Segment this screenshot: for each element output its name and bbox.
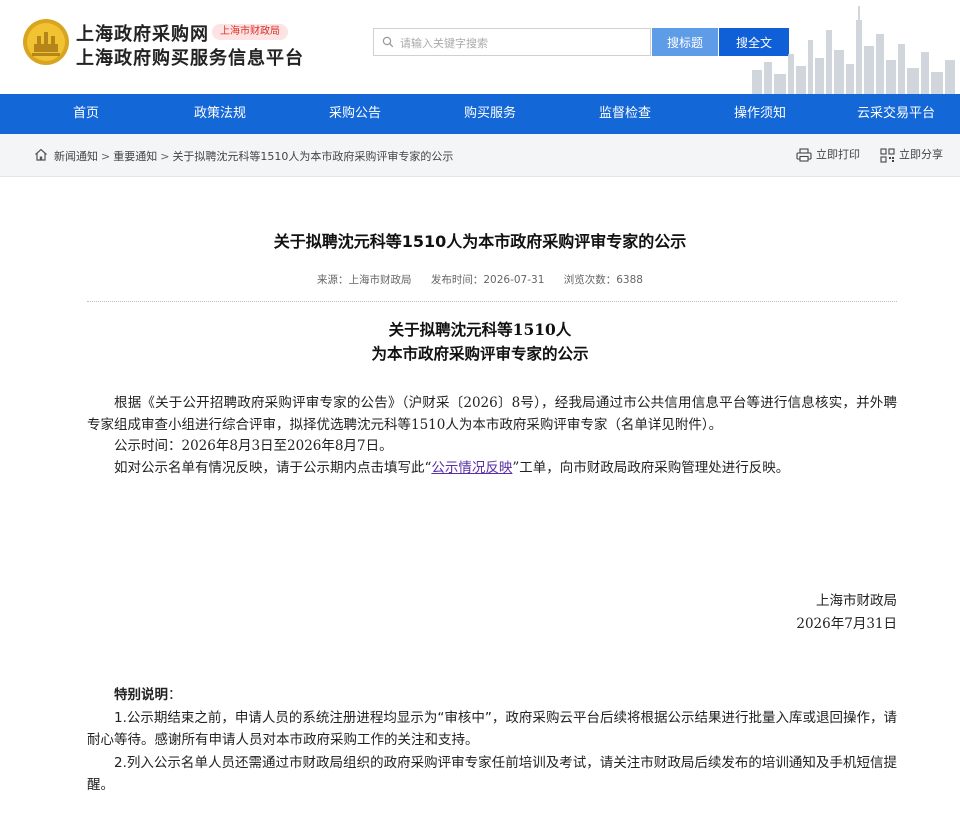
- site-subtitle[interactable]: 上海政府购买服务信息平台: [76, 44, 304, 70]
- search-input[interactable]: [398, 32, 648, 54]
- article-content: 关于拟聘沈元科等1510人为本市政府采购评审专家的公示 来源：上海市财政局 发布…: [19, 184, 941, 816]
- breadcrumb-separator: >: [160, 150, 170, 163]
- nav-item-purchase-service[interactable]: 购买服务: [438, 94, 542, 134]
- nav-item-instructions[interactable]: 操作须知: [708, 94, 812, 134]
- emblem-logo-icon[interactable]: [22, 18, 70, 66]
- article-views: 浏览次数：6388: [563, 274, 643, 286]
- signature-date: 2026年7月31日: [796, 616, 897, 632]
- article-meta: 来源：上海市财政局 发布时间：2026-07-31 浏览次数：6388: [19, 272, 941, 287]
- special-note-1: 1.公示期结束之前，申请人员的系统注册进程均显示为“审核中”，政府采购云平台后续…: [87, 709, 897, 749]
- city-skyline-graphic: [752, 6, 955, 94]
- search-icon: [382, 36, 394, 48]
- breadcrumb-news[interactable]: 新闻通知: [54, 150, 98, 163]
- article-source: 来源：上海市财政局: [317, 274, 412, 286]
- nav-item-home[interactable]: 首页: [34, 94, 138, 134]
- special-notes-colon: ：: [168, 687, 182, 703]
- article-title: 关于拟聘沈元科等1510人为本市政府采购评审专家的公示: [273, 232, 687, 251]
- feedback-text-before: 如对公示名单有情况反映，请于公示期内点击填写此“: [114, 459, 432, 476]
- signature-block: 上海市财政局 2026年7月31日: [796, 590, 897, 636]
- divider: [87, 301, 897, 302]
- search-title-button[interactable]: 搜标题: [652, 28, 718, 56]
- nav-item-policy[interactable]: 政策法规: [168, 94, 272, 134]
- feedback-text-after: ”工单，向市财政局政府采购管理处进行反映。: [512, 459, 790, 476]
- document-body: 根据《关于公开招聘政府采购评审专家的公告》（沪财采〔2026〕8号），经我局通过…: [87, 393, 897, 479]
- special-note-2: 2.列入公示名单人员还需通过市财政局组织的政府采购评审专家任前培训及考试，请关注…: [87, 754, 897, 794]
- article-publish-time: 发布时间：2026-07-31: [430, 274, 545, 286]
- paragraph-basis: 根据《关于公开招聘政府采购评审专家的公告》（沪财采〔2026〕8号），经我局通过…: [87, 395, 897, 433]
- nav-item-cloud-trading[interactable]: 云采交易平台: [838, 94, 954, 134]
- print-label: 立即打印: [816, 148, 860, 161]
- share-button[interactable]: 立即分享: [880, 147, 943, 163]
- special-notes-title-text: 特别说明: [114, 687, 168, 703]
- document-title-line-1: 关于拟聘沈元科等1510人: [388, 320, 572, 339]
- region-tag: 上海市财政局: [212, 24, 288, 40]
- signature-org: 上海市财政局: [816, 593, 897, 609]
- nav-item-procurement-notice[interactable]: 采购公告: [303, 94, 407, 134]
- breadcrumb-important[interactable]: 重要通知: [113, 150, 157, 163]
- qr-code-icon: [880, 147, 895, 163]
- site-title[interactable]: 上海政府采购网: [76, 20, 209, 46]
- breadcrumb-current[interactable]: 关于拟聘沈元科等1510人为本市政府采购评审专家的公示: [172, 150, 453, 163]
- printer-icon: [796, 148, 812, 162]
- breadcrumb: 新闻通知 > 重要通知 > 关于拟聘沈元科等1510人为本市政府采购评审专家的公示: [54, 148, 453, 164]
- special-notes-title: 特别说明：: [87, 684, 897, 707]
- main-nav: 首页 政策法规 采购公告 购买服务 监督检查 操作须知 云采交易平台: [0, 94, 960, 134]
- print-button[interactable]: 立即打印: [796, 147, 860, 163]
- nav-item-supervision[interactable]: 监督检查: [573, 94, 677, 134]
- search-box: [373, 28, 651, 56]
- special-notes: 特别说明： 1.公示期结束之前，申请人员的系统注册进程均显示为“审核中”，政府采…: [87, 684, 897, 797]
- document-title: 关于拟聘沈元科等1510人 为本市政府采购评审专家的公示: [19, 318, 941, 366]
- document-title-line-2: 为本市政府采购评审专家的公示: [371, 344, 589, 363]
- share-label: 立即分享: [899, 148, 943, 161]
- breadcrumb-separator: >: [101, 150, 111, 163]
- site-header: 上海政府采购网 上海市财政局 上海政府购买服务信息平台 搜标题 搜全文: [0, 0, 960, 94]
- paragraph-feedback: 如对公示名单有情况反映，请于公示期内点击填写此“公示情况反映”工单，向市财政局政…: [87, 458, 897, 480]
- paragraph-period: 公示时间：2026年8月3日至2026年8月7日。: [114, 438, 393, 454]
- feedback-link[interactable]: 公示情况反映: [431, 460, 512, 476]
- home-icon: [35, 148, 47, 161]
- breadcrumb-bar: 新闻通知 > 重要通知 > 关于拟聘沈元科等1510人为本市政府采购评审专家的公示 立即…: [0, 134, 960, 177]
